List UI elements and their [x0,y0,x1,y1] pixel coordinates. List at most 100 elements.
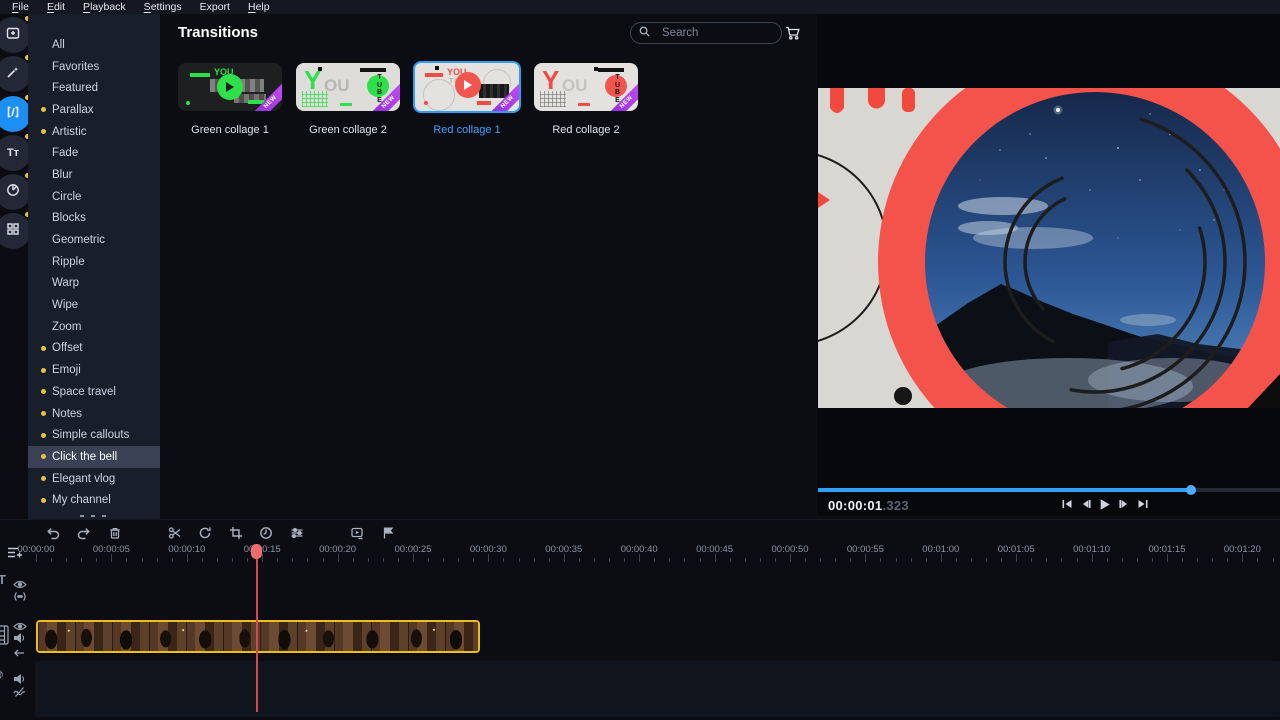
category-item-my-channel[interactable]: My channel [28,489,160,511]
category-label: Emoji [52,364,81,376]
track2-arrow-left-icon[interactable] [13,645,26,663]
ruler-tick [745,558,746,562]
art-bar [598,68,624,72]
skip-to-end-button[interactable] [1136,498,1149,510]
menu-file[interactable]: File [3,1,38,13]
category-item-partial[interactable] [28,511,160,517]
ruler-tick [790,554,791,562]
menu-edit[interactable]: Edit [38,1,74,13]
rail-transitions-button[interactable] [0,96,31,132]
category-item-simple-callouts[interactable]: Simple callouts [28,424,160,446]
category-label: Ripple [52,256,85,268]
ruler-tick [669,558,670,562]
rail-filters-button[interactable] [0,56,31,92]
category-item-click-the-bell[interactable]: Click the bell [28,446,160,468]
ruler-tick [805,558,806,562]
transitions-icon [5,104,21,125]
category-item-circle[interactable]: Circle [28,186,160,208]
ruler-tick [519,558,520,562]
category-item-offset[interactable]: Offset [28,338,160,360]
category-item-notes[interactable]: Notes [28,403,160,425]
ruler-tick [820,558,821,562]
category-label: Click the bell [52,451,117,463]
ruler-tick [157,558,158,562]
cart-icon[interactable] [784,24,802,42]
play-button[interactable] [1098,498,1111,510]
seek-handle[interactable] [1186,485,1196,495]
category-item-blur[interactable]: Blur [28,164,160,186]
ruler-tick [338,554,339,562]
timeline-pane: 00:00:0000:00:0500:00:1000:00:1500:00:20… [0,519,1280,720]
category-label: Notes [52,408,82,420]
art-grid [540,91,566,107]
transition-card-green-collage-1[interactable]: YOU NEW [178,63,282,111]
ruler-tick [202,558,203,562]
category-item-geometric[interactable]: Geometric [28,229,160,251]
category-item-warp[interactable]: Warp [28,273,160,295]
video-track-icon [0,625,9,650]
category-item-blocks[interactable]: Blocks [28,208,160,230]
timeline-clip[interactable] [36,620,480,653]
transition-card-red-collage-2[interactable]: Y OU TUBE NEW [534,63,638,111]
art-dot [318,67,322,71]
menu-help[interactable]: Help [239,1,279,13]
rail-import-media-button[interactable] [0,17,31,53]
category-label: Circle [52,191,81,203]
menu-playback[interactable]: Playback [74,1,135,13]
rail-titles-button[interactable]: Tт [0,135,31,171]
category-label: Elegant vlog [52,473,115,485]
ruler-tick [1107,558,1108,562]
audio-track-lane[interactable] [35,661,1280,717]
bullet-dot-icon [41,498,46,503]
ruler-tick [835,558,836,562]
transition-label: Red collage 2 [534,124,638,136]
category-label: Geometric [52,234,105,246]
category-item-favorites[interactable]: Favorites [28,56,160,78]
ruler-tick [413,554,414,562]
track3-waveform-off-icon[interactable] [13,685,26,703]
category-item-space-travel[interactable]: Space travel [28,381,160,403]
category-item-emoji[interactable]: Emoji [28,359,160,381]
rail-more-tools-button[interactable] [0,213,31,249]
playhead-handle[interactable] [251,544,262,559]
category-item-artistic[interactable]: Artistic [28,121,160,143]
ruler-tick [1031,558,1032,562]
ruler-tick [217,558,218,562]
next-frame-button[interactable] [1117,498,1130,510]
transition-label: Green collage 2 [296,124,400,136]
rail-stickers-button[interactable] [0,174,31,210]
ruler-tick [1227,558,1228,562]
transition-card-green-collage-2[interactable]: Y OU TUBE NEW [296,63,400,111]
ruler-tick [307,558,308,562]
seek-bar[interactable] [818,488,1280,492]
timecode-main: 00:00:01 [828,498,882,513]
category-item-elegant-vlog[interactable]: Elegant vlog [28,468,160,490]
ruler-tick [353,558,354,562]
category-label: Blur [52,169,72,181]
category-item-featured[interactable]: Featured [28,77,160,99]
category-item-wipe[interactable]: Wipe [28,294,160,316]
category-item-ripple[interactable]: Ripple [28,251,160,273]
ruler-tick [624,558,625,562]
timeline-ruler[interactable]: 00:00:0000:00:0500:00:1000:00:1500:00:20… [0,520,1280,565]
category-item-all[interactable]: All [28,34,160,56]
ruler-tick [684,558,685,562]
category-item-fade[interactable]: Fade [28,142,160,164]
skip-to-start-button[interactable] [1060,498,1073,510]
track1-sync-icon[interactable] [13,589,27,607]
bullet-dot-icon [41,411,46,416]
ruler-tick [1001,558,1002,562]
bullet-dot-icon [41,368,46,373]
menu-export[interactable]: Export [191,1,239,13]
ruler-tick [503,558,504,562]
transition-card-red-collage-1[interactable]: YOU TUBE NEW [413,61,521,113]
previous-frame-button[interactable] [1079,498,1092,510]
art-bar [340,103,352,106]
category-item-zoom[interactable]: Zoom [28,316,160,338]
search-box[interactable]: × [630,22,782,44]
art-bar [578,103,590,106]
menu-settings[interactable]: Settings [135,1,191,13]
category-label: My channel [52,494,111,506]
ruler-tick [1092,554,1093,562]
category-item-parallax[interactable]: Parallax [28,99,160,121]
